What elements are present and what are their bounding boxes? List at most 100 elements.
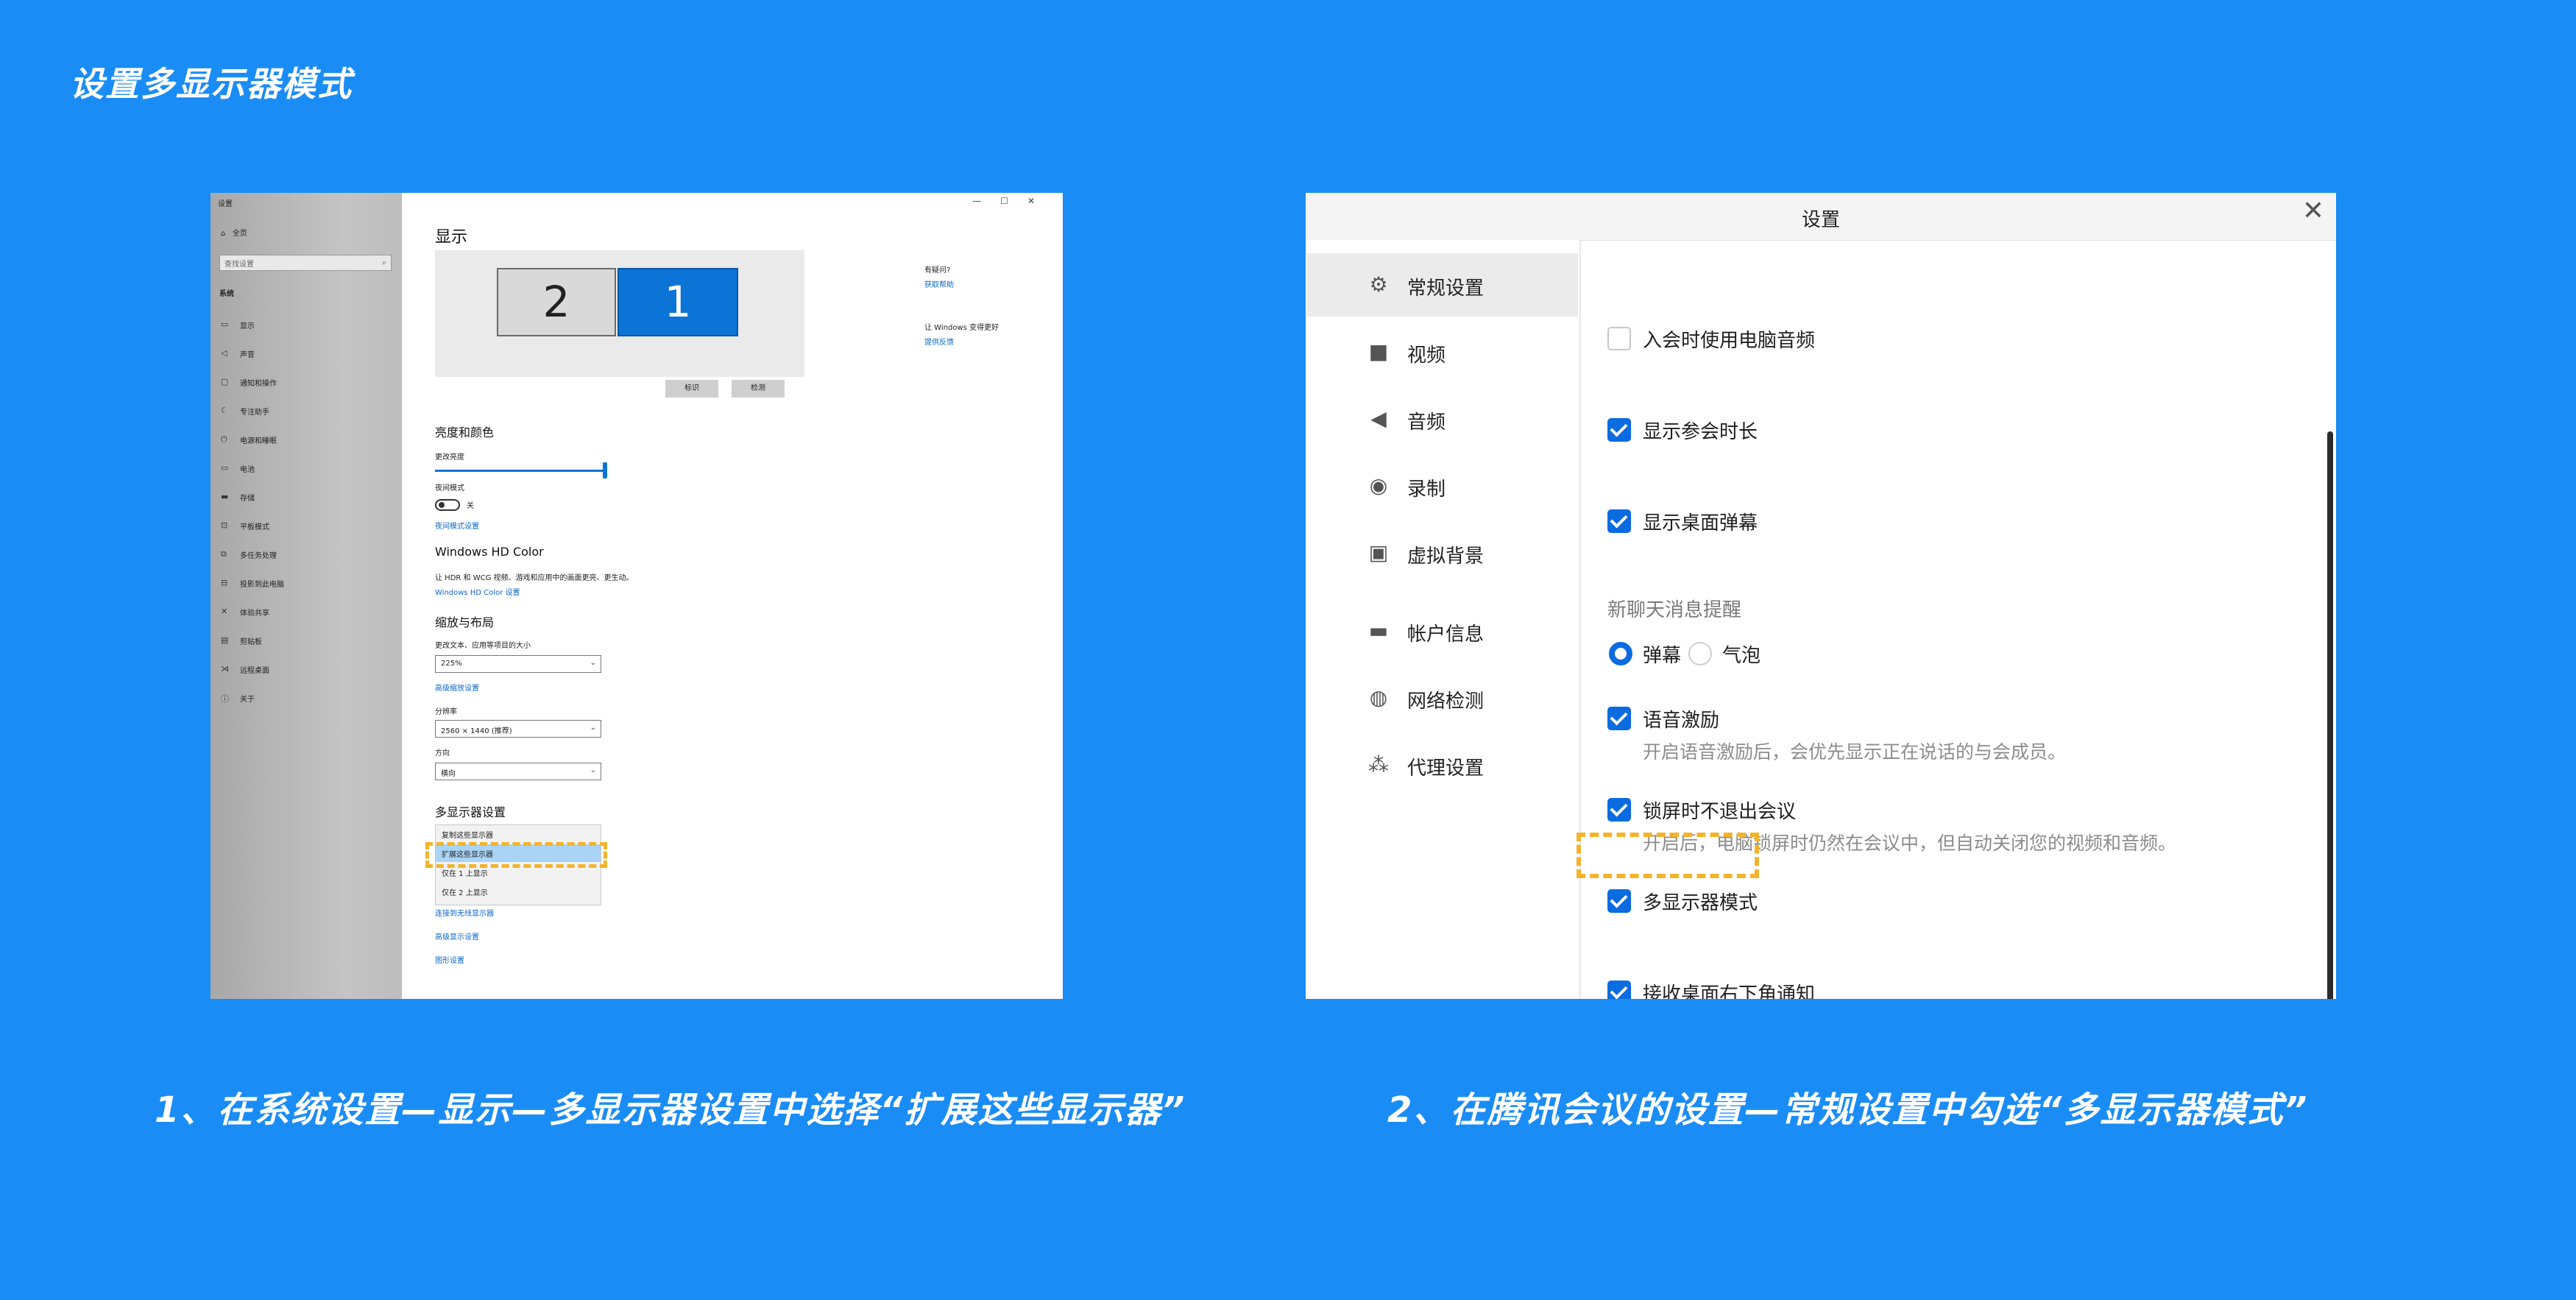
sidebar-item-label: 电源和睡眠	[240, 437, 277, 445]
night-light-settings-link[interactable]: 夜间模式设置	[435, 520, 479, 531]
resolution-select[interactable]: 2560 × 1440 (推荐) ⌄	[435, 720, 601, 738]
tencent-settings-window: 设置 ✕ ⚙ 常规设置 ■ 视频 ◀ 音频 ◉ 录制 ▣ 虚拟背景 ▬ 帐户信息 ◍ 网络检测…	[1306, 193, 2336, 999]
resolution-value: 2560 × 1440 (推荐)	[441, 727, 512, 735]
multi-display-section-title: 多显示器设置	[435, 805, 506, 819]
chevron-down-icon: ⌄	[590, 766, 596, 774]
gear-icon: ⚙	[1369, 272, 1388, 297]
sidebar-item-battery[interactable]: ▭ 电池	[210, 463, 402, 491]
show-duration-checkbox[interactable]	[1607, 418, 1631, 442]
project-icon: ⊟	[221, 578, 228, 587]
sidebar-item-multitask[interactable]: ⧉ 多任务处理	[210, 549, 402, 577]
sidebar-item-video[interactable]: ■ 视频	[1307, 320, 1578, 384]
orientation-value: 横向	[441, 770, 456, 778]
sidebar-item-tablet[interactable]: ⊡ 平板模式	[210, 520, 402, 548]
wireless-display-link[interactable]: 连接到无线显示器	[435, 907, 494, 918]
proxy-network-icon: ⁂	[1368, 752, 1389, 777]
sidebar-item-label: 剪贴板	[240, 638, 262, 646]
sidebar-item-power[interactable]: ⏻ 电源和睡眠	[210, 434, 402, 462]
show-barrage-checkbox[interactable]	[1607, 509, 1631, 533]
sidebar-item-label: 视频	[1407, 345, 1446, 367]
get-help-link[interactable]: 获取帮助	[924, 278, 954, 289]
close-icon[interactable]: ✕	[1027, 196, 1054, 206]
general-settings-panel: 入会时使用电脑音频 显示参会时长 显示桌面弹幕 新聊天消息提醒 弹幕 气泡 语音…	[1577, 240, 2336, 999]
lock-screen-checkbox[interactable]	[1607, 798, 1631, 822]
sound-icon: ◁	[221, 348, 227, 358]
advanced-display-link[interactable]: 高级显示设置	[435, 930, 479, 942]
sidebar-item-focus[interactable]: ☾ 专注助手	[210, 406, 402, 434]
record-icon: ◉	[1369, 473, 1388, 498]
sidebar-item-label: 音频	[1407, 411, 1446, 434]
computer-audio-checkbox[interactable]	[1607, 327, 1631, 350]
sidebar-item-label: 远程桌面	[240, 667, 269, 675]
sidebar-item-sound[interactable]: ◁ 声音	[210, 348, 402, 376]
home-label: 全页	[232, 230, 247, 238]
sidebar-item-shared[interactable]: ✕ 体验共享	[210, 607, 402, 635]
sidebar-item-label: 显示	[240, 322, 255, 331]
sidebar-item-label: 网络检测	[1407, 690, 1485, 713]
sidebar-item-audio[interactable]: ◀ 音频	[1307, 387, 1578, 451]
sidebar-item-general[interactable]: ⚙ 常规设置	[1307, 253, 1578, 317]
sidebar-item-clipboard[interactable]: ▤ 剪贴板	[210, 635, 402, 663]
sidebar-item-proxy[interactable]: ⁂ 代理设置	[1307, 733, 1578, 796]
window-controls[interactable]: —☐✕	[972, 196, 1054, 206]
sidebar-item-storage[interactable]: ▬ 存储	[210, 492, 402, 520]
display-icon: ▭	[221, 319, 229, 329]
reminder-barrage-radio[interactable]	[1609, 642, 1632, 665]
sidebar-item-display[interactable]: ▭ 显示	[210, 319, 402, 347]
scale-select[interactable]: 225% ⌄	[435, 655, 601, 673]
monitor-2[interactable]: 2	[497, 268, 616, 336]
sidebar-item-virtual-background[interactable]: ▣ 虚拟背景	[1307, 521, 1578, 584]
storage-icon: ▬	[221, 492, 229, 501]
sidebar-item-label: 多任务处理	[240, 552, 277, 560]
brightness-slider-track[interactable]	[435, 470, 604, 472]
identify-button[interactable]: 标识	[665, 380, 718, 398]
brightness-slider-thumb[interactable]	[603, 462, 607, 478]
advanced-scaling-link[interactable]: 高级缩放设置	[435, 682, 479, 693]
desktop-notify-checkbox[interactable]	[1607, 981, 1631, 999]
chat-reminder-title: 新聊天消息提醒	[1607, 599, 1742, 621]
sidebar-item-label: 代理设置	[1407, 757, 1485, 780]
multi-option-duplicate[interactable]: 复制这些显示器	[436, 825, 601, 843]
card-icon: ▬	[1368, 618, 1389, 643]
dialog-header: 设置 ✕	[1306, 193, 2336, 241]
notification-icon: ▢	[221, 377, 229, 386]
sidebar-item-label: 存储	[240, 495, 255, 503]
chevron-down-icon: ⌄	[590, 724, 596, 732]
night-light-toggle[interactable]	[435, 499, 460, 511]
brightness-label: 更改亮度	[435, 453, 464, 462]
help-title: 有疑问?	[924, 266, 951, 275]
monitor-1[interactable]: 1	[618, 268, 738, 336]
sidebar-item-label: 声音	[240, 351, 255, 359]
reminder-bubble-radio[interactable]	[1688, 642, 1712, 665]
multi-option-only-2[interactable]: 仅在 2 上显示	[436, 883, 601, 900]
home-icon: ⌂	[221, 230, 226, 238]
settings-search-input[interactable]: 查找设置 ⌕	[219, 255, 392, 271]
hd-color-section-title: Windows HD Color	[435, 545, 544, 559]
detect-button[interactable]: 检测	[732, 380, 785, 398]
voice-excitation-desc: 开启语音激励后，会优先显示正在说话的与会成员。	[1643, 741, 2067, 763]
feedback-link[interactable]: 提供反馈	[924, 336, 954, 347]
sidebar-item-notifications[interactable]: ▢ 通知和操作	[210, 377, 402, 405]
sidebar-item-label: 电池	[240, 466, 255, 474]
minimize-icon[interactable]: —	[972, 196, 1000, 206]
sidebar-item-about[interactable]: ⓘ 关于	[210, 693, 402, 721]
sidebar-item-network[interactable]: ◍ 网络检测	[1307, 666, 1578, 730]
maximize-icon[interactable]: ☐	[1000, 196, 1027, 206]
voice-excitation-checkbox[interactable]	[1607, 707, 1631, 730]
hd-color-settings-link[interactable]: Windows HD Color 设置	[435, 586, 520, 597]
video-camera-icon: ■	[1368, 339, 1389, 364]
sidebar-item-record[interactable]: ◉ 录制	[1307, 454, 1578, 517]
orientation-select[interactable]: 横向 ⌄	[435, 763, 601, 780]
graphics-settings-link[interactable]: 图形设置	[435, 954, 464, 965]
multi-monitor-checkbox[interactable]	[1607, 889, 1631, 913]
scrollbar[interactable]	[2327, 431, 2333, 999]
clipboard-icon: ▤	[221, 635, 229, 645]
close-icon[interactable]: ✕	[2302, 196, 2324, 226]
sidebar-item-label: 平板模式	[240, 523, 269, 531]
sidebar-item-account[interactable]: ▬ 帐户信息	[1307, 599, 1578, 663]
sidebar-item-label: 体验共享	[240, 610, 269, 618]
resolution-label: 分辨率	[435, 708, 457, 716]
home-nav[interactable]: ⌂ 全页	[221, 227, 247, 238]
sidebar-item-project[interactable]: ⊟ 投影到此电脑	[210, 578, 402, 606]
sidebar-item-remote[interactable]: ⋊ 远程桌面	[210, 664, 402, 692]
